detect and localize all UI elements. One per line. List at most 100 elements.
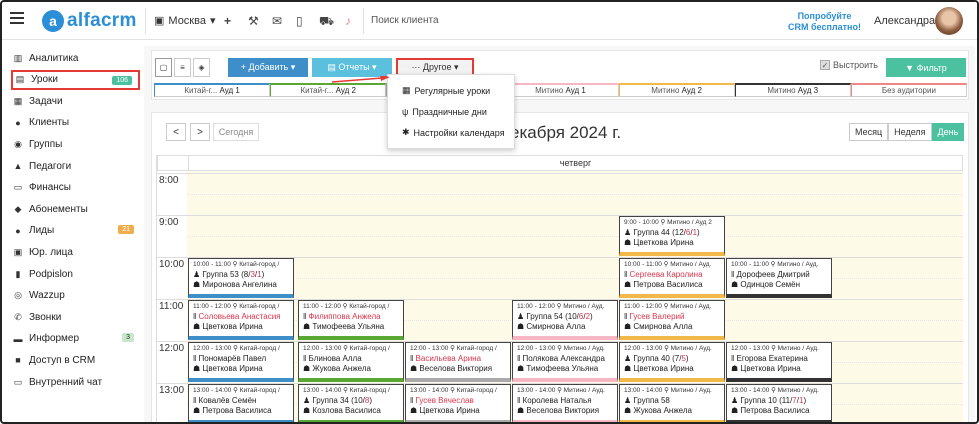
room-legend-item[interactable]: Китай-г... Ауд 1 [154, 83, 271, 97]
dropdown-item-0[interactable]: ▦ Регулярные уроки [388, 80, 514, 101]
lesson-card[interactable]: 11:00 - 12:00 ⚲ Китай-город / ‖ Соловьева… [188, 300, 294, 340]
lesson-card[interactable]: 9:00 - 10:00 ⚲ Митино / Ауд 2 ♟ Группа 44… [619, 216, 725, 256]
room-legend-item[interactable]: Без аудитории [850, 83, 967, 97]
lesson-card[interactable]: 12:00 - 13:00 ⚲ Митино / Ауд. ‖ Полякова … [512, 342, 618, 382]
sidebar-item-6[interactable]: ▭ Финансы [11, 178, 140, 198]
chat-icon: ▭ [13, 376, 23, 387]
sidebar-item-11[interactable]: ◎ Wazzup [11, 286, 140, 306]
room-legend-item[interactable]: Китай-г... Ауд 2 [270, 83, 387, 97]
sidebar-item-8[interactable]: ● Лиды 21 [11, 221, 140, 241]
view-0-button[interactable]: Месяц [849, 123, 889, 141]
hamburger-menu-icon[interactable] [10, 12, 24, 24]
reports-button[interactable]: ▤ Отчеты ▾ [312, 58, 392, 77]
student-name: Ковалёв Семён [198, 396, 257, 405]
sidebar-item-3[interactable]: ● Клиенты [11, 113, 140, 133]
sidebar-item-4[interactable]: ◉ Группы [11, 134, 140, 154]
sidebar-item-14[interactable]: ■ Доступ в CRM [11, 350, 140, 370]
next-button[interactable]: > [190, 123, 210, 141]
divider [363, 8, 364, 34]
sidebar-item-label: Юр. лица [29, 246, 73, 258]
align-checkbox[interactable]: ✓ Выстроить [820, 60, 878, 70]
teacher-icon: ☗ [731, 280, 741, 289]
sidebar-item-7[interactable]: ◆ Абонементы [11, 199, 140, 219]
lesson-card[interactable]: 13:00 - 14:00 ⚲ Китай-город / ‖ Ковалёв С… [188, 384, 294, 422]
lesson-time: 11:00 - 12:00 ⚲ Китай-город / [193, 303, 280, 310]
wrench-icon[interactable]: ⚒ [248, 14, 259, 28]
search-input[interactable]: Поиск клиента [371, 15, 439, 26]
filter-button[interactable]: ▼ Фильтр [886, 58, 966, 77]
lesson-card[interactable]: 12:00 - 13:00 ⚲ Китай-город / ‖ Васильева… [405, 342, 511, 382]
branch-label: Москва [168, 14, 206, 27]
sidebar-item-5[interactable]: ▲ Педагоги [11, 156, 140, 176]
lesson-teacher: ☗ Одинцов Семён [731, 280, 827, 290]
mail-icon[interactable]: ✉ [272, 14, 282, 28]
view-1-button[interactable]: Неделя [888, 123, 932, 141]
lesson-card[interactable]: 13:00 - 14:00 ⚲ Китай-город / ♟ Группа 34… [298, 384, 404, 422]
sidebar-item-1[interactable]: ▤ Уроки 106 [11, 69, 140, 90]
logo[interactable]: a alfacrm [42, 10, 137, 32]
arrow-icon [332, 76, 390, 83]
sidebar-item-12[interactable]: ✆ Звонки [11, 307, 140, 327]
dropdown-item-2[interactable]: ✱ Настройки календаря [388, 122, 514, 143]
avatar[interactable] [935, 7, 963, 35]
student-name: Гусев Вячеслав [415, 396, 474, 405]
sidebar-item-0[interactable]: ▥ Аналитика [11, 48, 140, 68]
prev-button[interactable]: < [166, 123, 186, 141]
lesson-card[interactable]: 13:00 - 14:00 ⚲ Митино / Ауд. ♟ Группа 10… [726, 384, 832, 422]
room-legend-item[interactable]: Митино Ауд 1 [502, 83, 619, 97]
lesson-card[interactable]: 13:00 - 14:00 ⚲ Митино / Ауд. ‖ Королева … [512, 384, 618, 422]
dropdown-item-1[interactable]: ψ Праздничные дни [388, 101, 514, 122]
view-2-button[interactable]: День [931, 123, 965, 141]
ticket-icon: ◆ [14, 203, 22, 214]
lesson-card[interactable]: 11:00 - 12:00 ⚲ Митино / Ауд. ♟ Группа 54… [512, 300, 618, 340]
lesson-student: ‖ Гусев Вячеслав [410, 396, 506, 406]
plus-icon[interactable]: + [224, 14, 231, 28]
lesson-card[interactable]: 10:00 - 11:00 ⚲ Китай-город / ♟ Группа 53… [188, 258, 294, 298]
sidebar-item-9[interactable]: ▣ Юр. лица [11, 242, 140, 262]
room-prefix: Китай-г... [184, 86, 218, 95]
teacher-icon: ☗ [624, 238, 634, 247]
lesson-teacher: ☗ Смирнова Алла [517, 322, 613, 332]
lesson-time: 13:00 - 14:00 ⚲ Митино / Ауд. [624, 387, 712, 394]
lesson-card[interactable]: 11:00 - 12:00 ⚲ Митино / Ауд. ‖ Гусев Вал… [619, 300, 725, 340]
toolbar: ▢ ≡ ◈ + Добавить ▾ ▤ Отчеты ▾ ··· Другое… [151, 50, 969, 100]
branch-selector[interactable]: ▣ Москва ▾ [154, 14, 216, 28]
lesson-card[interactable]: 13:00 - 14:00 ⚲ Китай-город / ‖ Гусев Вяч… [405, 384, 511, 422]
sidebar-item-10[interactable]: ▮ Podpislon [11, 264, 140, 284]
student-name: Пономарёв Павел [198, 354, 267, 363]
lesson-card[interactable]: 12:00 - 13:00 ⚲ Китай-город / ‖ Пономарёв… [188, 342, 294, 382]
add-button[interactable]: + Добавить ▾ [228, 58, 308, 77]
sidebar-item-2[interactable]: ▦ Задачи [11, 91, 140, 111]
bell-icon[interactable]: ♪ [345, 14, 351, 28]
hour-label: 11:00 [159, 301, 184, 312]
room-legend-item[interactable]: Митино Ауд 3 [734, 83, 851, 97]
lesson-student: ‖ Полякова Александра [517, 354, 613, 364]
promo-link[interactable]: Попробуйте CRM бесплатно! [788, 11, 861, 33]
user-name[interactable]: Александра [874, 15, 935, 27]
teacher-name: Цветкова Ирина [633, 238, 694, 247]
lesson-card[interactable]: 12:00 - 13:00 ⚲ Митино / Ауд. ♟ Группа 40… [619, 342, 725, 382]
group-icon: ♟ [193, 270, 203, 279]
view-calendar-icon[interactable]: ▢ [155, 58, 172, 77]
phone-icon[interactable]: ▯ [296, 14, 303, 28]
lesson-card[interactable]: 10:00 - 11:00 ⚲ Митино / Ауд. ‖ Сергеева … [619, 258, 725, 298]
teacher-name: Смирнова Алла [633, 322, 693, 331]
teacher-icon: ▲ [13, 161, 23, 171]
view-list-icon[interactable]: ≡ [174, 58, 191, 77]
student-name: Гусев Валерий [629, 312, 685, 321]
room-legend-item[interactable]: Митино Ауд 2 [618, 83, 735, 97]
sidebar-item-15[interactable]: ▭ Внутренний чат [11, 372, 140, 392]
lesson-teacher: ☗ Цветкова Ирина [624, 238, 720, 248]
lesson-card[interactable]: 10:00 - 11:00 ⚲ Митино / Ауд. ‖ Дорофеев … [726, 258, 832, 298]
today-button[interactable]: Сегодня [213, 123, 259, 141]
lesson-card[interactable]: 12:00 - 13:00 ⚲ Митино / Ауд. ‖ Егорова Е… [726, 342, 832, 382]
cart-icon[interactable]: ⛟ [319, 14, 334, 30]
lesson-card[interactable]: 13:00 - 14:00 ⚲ Митино / Ауд. ♟ Группа 58… [619, 384, 725, 422]
view-layers-icon[interactable]: ◈ [193, 58, 210, 77]
group-name: Группа 58 [633, 396, 670, 405]
lesson-card[interactable]: 11:00 - 12:00 ⚲ Китай-город / ‖ Филиппова… [298, 300, 404, 340]
lesson-card[interactable]: 12:00 - 13:00 ⚲ Китай-город / ‖ Блинова А… [298, 342, 404, 382]
sidebar-item-13[interactable]: ▬ Информер 3 [11, 329, 140, 349]
lesson-time: 12:00 - 13:00 ⚲ Китай-город / [410, 345, 497, 352]
lesson-time: 10:00 - 11:00 ⚲ Китай-город / [193, 261, 280, 268]
